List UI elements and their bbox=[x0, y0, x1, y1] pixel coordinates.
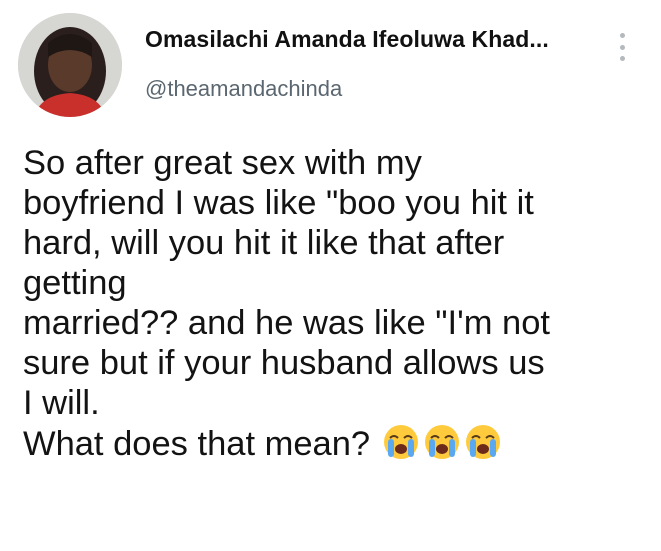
tweet-line: sure but if your husband allows us bbox=[23, 344, 545, 382]
tweet-last-line: What does that mean? bbox=[23, 423, 653, 464]
more-dot bbox=[619, 56, 625, 61]
display-name[interactable]: Omasilachi Amanda Ifeoluwa Khad... bbox=[145, 26, 549, 53]
more-options-icon[interactable] bbox=[612, 30, 632, 64]
loudly-crying-face-icon bbox=[381, 423, 421, 461]
profile-avatar[interactable] bbox=[18, 13, 122, 117]
more-dot bbox=[619, 33, 625, 38]
tweet-line: So after great sex with my bbox=[23, 144, 422, 182]
profile-photo bbox=[18, 13, 122, 117]
loudly-crying-face-icon bbox=[463, 423, 503, 461]
tweet-line: boyfriend I was like "boo you hit it bbox=[23, 184, 534, 222]
tweet-line: What does that mean? bbox=[23, 425, 371, 463]
tweet-line: hard, will you hit it like that after bbox=[23, 224, 505, 262]
tweet-line: getting bbox=[23, 264, 127, 302]
more-dot bbox=[619, 44, 625, 50]
loudly-crying-face-icon bbox=[422, 423, 462, 461]
tweet-line: married?? and he was like "I'm not bbox=[23, 304, 551, 342]
user-handle[interactable]: @theamandachinda bbox=[145, 76, 342, 102]
tweet-line: I will. bbox=[23, 384, 100, 422]
tweet-text: So after great sex with my boyfriend I w… bbox=[23, 143, 653, 464]
